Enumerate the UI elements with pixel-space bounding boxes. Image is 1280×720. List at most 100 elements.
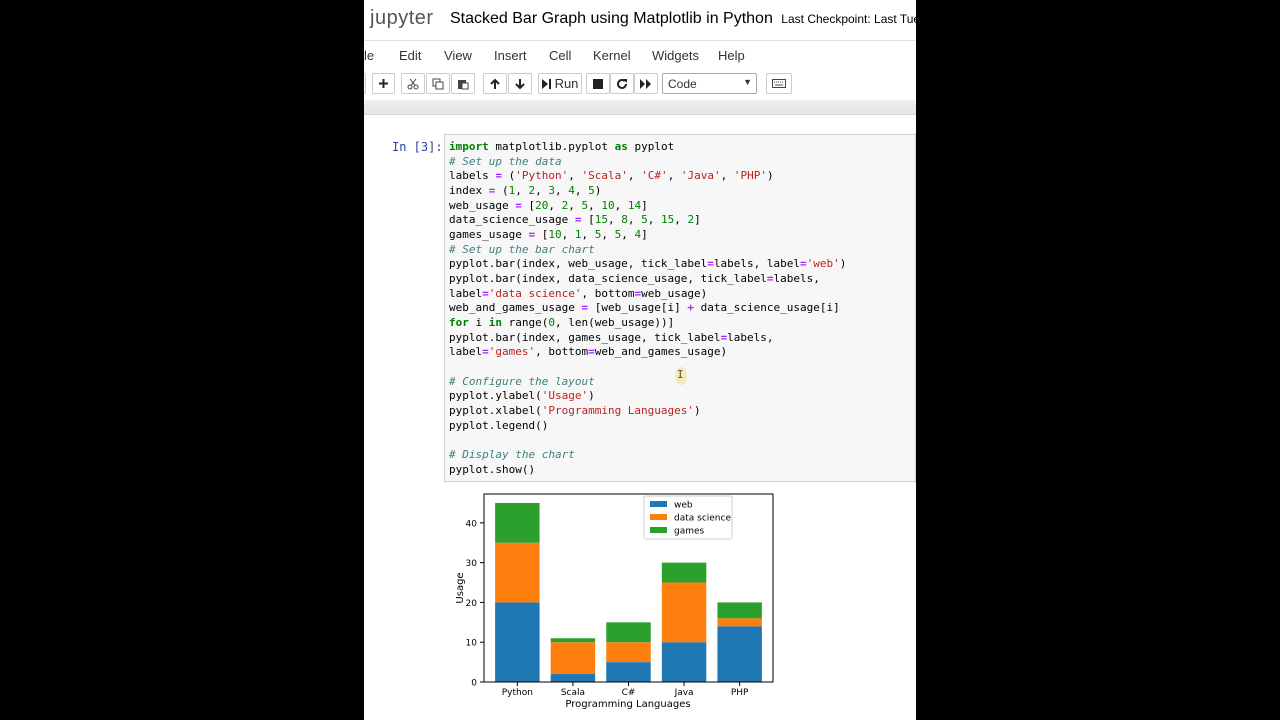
- y-axis-label: Usage: [455, 572, 466, 603]
- code-line: for i in range(0, len(web_usage))]: [449, 316, 675, 330]
- bar-java-series-0: [661, 642, 707, 682]
- paste-icon: [458, 79, 469, 89]
- notebook-title[interactable]: Stacked Bar Graph using Matplotlib in Py…: [450, 10, 773, 27]
- stacked-bar-chart: 0 10 20 30 40 Python Scala C# Java PHP Programmi…: [455, 493, 774, 710]
- x-tick-label: Java: [674, 688, 694, 698]
- paste-button[interactable]: [451, 73, 475, 94]
- menu-file[interactable]: le: [364, 48, 374, 63]
- bar-python-series-2: [495, 502, 540, 543]
- legend-swatch: [650, 514, 667, 520]
- y-tick-label: 0: [471, 679, 477, 689]
- code-lines: import matplotlib.pyplot as pyplot # Set …: [449, 140, 846, 477]
- code-line: # Configure the layout: [449, 374, 595, 388]
- menu-edit[interactable]: Edit: [399, 48, 421, 63]
- menu-view[interactable]: View: [444, 48, 472, 63]
- bar-scala-series-2: [550, 638, 596, 643]
- bar-php-series-0: [717, 626, 762, 682]
- toolbar: Run Code ▼: [364, 70, 916, 100]
- run-label: Run: [554, 76, 579, 91]
- bar-php-series-1: [717, 618, 762, 627]
- save-button-edge[interactable]: [364, 73, 366, 94]
- code-line: data_science_usage = [15, 8, 5, 15, 2]: [449, 213, 701, 227]
- menu-help[interactable]: Help: [718, 48, 745, 63]
- x-tick-label: C#: [622, 688, 636, 698]
- text-cursor-icon: I: [677, 368, 684, 381]
- x-tick-label: PHP: [731, 688, 749, 698]
- legend-swatch: [650, 527, 667, 533]
- notebook-window: jupyter Stacked Bar Graph using Matplotl…: [364, 0, 916, 720]
- cut-button[interactable]: [401, 73, 425, 94]
- x-tick-label: Scala: [561, 688, 585, 698]
- code-line: # Display the chart: [449, 448, 575, 462]
- code-line: # Set up the data: [449, 154, 562, 168]
- code-line: labels = ('Python', 'Scala', 'C#', 'Java…: [449, 169, 774, 183]
- bar-python-series-1: [495, 542, 540, 603]
- notebook-title-area: Stacked Bar Graph using Matplotlib in Py…: [450, 10, 916, 28]
- code-line: index = (1, 2, 3, 4, 5): [449, 184, 602, 198]
- x-tick-label: Python: [502, 688, 533, 698]
- bar-java-series-2: [661, 562, 707, 583]
- code-line: web_usage = [20, 2, 5, 10, 14]: [449, 198, 648, 212]
- command-palette-button[interactable]: [766, 73, 792, 94]
- arrow-up-icon: [490, 78, 500, 89]
- code-line: # Set up the bar chart: [449, 242, 595, 256]
- legend-label: data science: [674, 514, 731, 524]
- cell-type-select[interactable]: Code ▼: [662, 73, 757, 94]
- x-axis: Python Scala C# Java PHP: [502, 682, 749, 698]
- menu-insert[interactable]: Insert: [494, 48, 527, 63]
- chevron-down-icon: ▼: [743, 77, 752, 87]
- y-axis: 0 10 20 30 40: [466, 519, 484, 689]
- code-line: import matplotlib.pyplot as pyplot: [449, 140, 675, 153]
- code-line: games_usage = [10, 1, 5, 5, 4]: [449, 228, 648, 242]
- menu-bar: le Edit View Insert Cell Kernel Widgets …: [364, 40, 916, 69]
- insert-cell-button[interactable]: [372, 73, 395, 94]
- plus-icon: [379, 79, 388, 88]
- cell-type-value: Code: [668, 77, 697, 91]
- code-line: pyplot.bar(index, games_usage, tick_labe…: [449, 330, 774, 344]
- bar-scala-series-0: [550, 674, 596, 682]
- menu-cell[interactable]: Cell: [549, 48, 571, 63]
- code-line: web_and_games_usage = [web_usage[i] + da…: [449, 301, 840, 315]
- code-line: pyplot.xlabel('Programming Languages'): [449, 404, 701, 418]
- interrupt-button[interactable]: [586, 73, 610, 94]
- y-tick-label: 10: [466, 639, 478, 649]
- code-line: label='data science', bottom=web_usage): [449, 286, 708, 300]
- bar-java-series-1: [661, 582, 707, 643]
- cut-icon: [407, 78, 419, 89]
- code-editor[interactable]: import matplotlib.pyplot as pyplot # Set …: [444, 134, 916, 482]
- legend-swatch: [650, 501, 667, 507]
- legend: web data science games: [643, 495, 733, 540]
- stop-icon: [593, 78, 603, 89]
- keyboard-icon: [772, 79, 786, 88]
- code-line: pyplot.bar(index, web_usage, tick_label=…: [449, 257, 847, 271]
- restart-run-all-button[interactable]: [634, 73, 658, 94]
- bar-csharp-series-1: [606, 642, 651, 663]
- fast-forward-icon: [640, 78, 651, 89]
- move-up-button[interactable]: [483, 73, 507, 94]
- arrow-down-icon: [515, 78, 525, 89]
- menu-kernel[interactable]: Kernel: [593, 48, 631, 63]
- bar-scala-series-1: [550, 642, 596, 675]
- code-line: pyplot.legend(): [449, 418, 549, 432]
- y-tick-label: 40: [466, 519, 478, 529]
- copy-button[interactable]: [426, 73, 450, 94]
- menu-widgets[interactable]: Widgets: [652, 48, 699, 63]
- bar-csharp-series-0: [606, 662, 651, 682]
- run-icon: [541, 78, 551, 89]
- x-axis-label: Programming Languages: [565, 699, 690, 710]
- jupyter-logo[interactable]: jupyter: [370, 7, 434, 30]
- cell-prompt: In [3]:: [392, 140, 443, 154]
- y-tick-label: 20: [466, 599, 478, 609]
- bar-csharp-series-2: [606, 622, 651, 643]
- copy-icon: [432, 78, 444, 89]
- bar-python-series-0: [495, 602, 540, 682]
- run-button[interactable]: Run: [538, 73, 582, 94]
- y-tick-label: 30: [466, 559, 478, 569]
- header-divider: [364, 100, 916, 115]
- code-line: pyplot.show(): [449, 462, 536, 476]
- legend-label: games: [674, 527, 705, 537]
- restart-icon: [617, 78, 627, 89]
- restart-button[interactable]: [610, 73, 634, 94]
- move-down-button[interactable]: [508, 73, 532, 94]
